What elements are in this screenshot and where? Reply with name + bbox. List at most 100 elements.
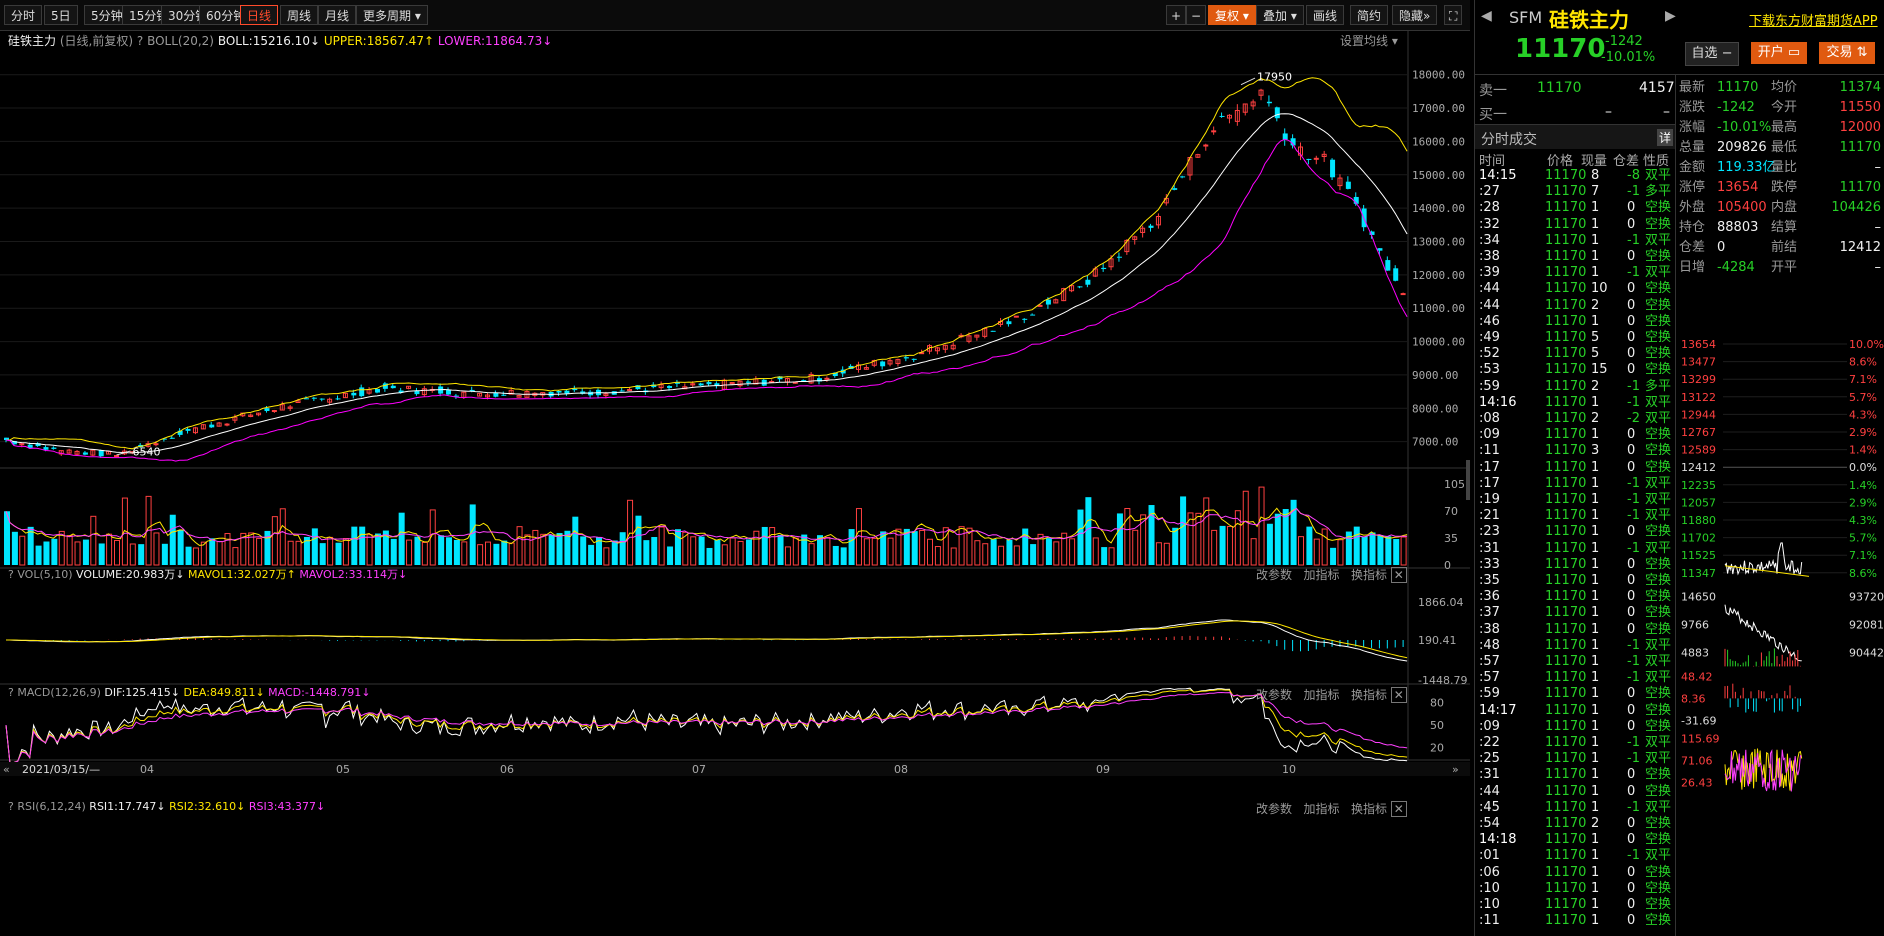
vol-bar-up	[271, 516, 278, 566]
tick-row: :38 11170 1 0 空换	[1475, 622, 1675, 638]
zoom-in-button[interactable]: +	[1166, 5, 1187, 25]
stat-label: 最高	[1771, 120, 1798, 135]
download-app-link[interactable]: 下载东方财富期货APP	[1749, 10, 1878, 29]
ticks-detail-button[interactable]: 详	[1657, 129, 1674, 146]
tick-type: 空换	[1645, 443, 1672, 459]
vol-edit-params[interactable]: 改参数	[1256, 568, 1292, 582]
tick-oi-change: 0	[1627, 281, 1636, 297]
vol-bar-up	[658, 526, 665, 566]
tick-volume: 1	[1591, 508, 1600, 524]
add-watchlist-button[interactable]: 自选 −	[1685, 42, 1739, 66]
zoom-out-button[interactable]: −	[1186, 5, 1207, 25]
tab-5day[interactable]: 5日	[44, 5, 78, 25]
tick-volume: 1	[1591, 459, 1600, 475]
tick-price: 11170	[1545, 864, 1587, 880]
ask-price: 11170	[1537, 80, 1582, 96]
next-arrow-icon[interactable]: ▶	[1665, 8, 1676, 24]
stat-value: 11374	[1839, 80, 1881, 95]
macd-add-indicator[interactable]: 加指标	[1303, 688, 1339, 702]
stats-table: 最新 11170 均价 11374 涨跌 -1242 今开 11550 涨幅 -10.01% 最高 1…	[1679, 78, 1884, 318]
ma-settings-link[interactable]: 设置均线 ▾	[1340, 32, 1398, 49]
tick-oi-change: -8	[1627, 168, 1640, 183]
tick-price: 11170	[1545, 848, 1587, 864]
mini-pct-tick: 7.1%	[1849, 549, 1877, 562]
tick-time: :06	[1479, 864, 1500, 880]
candle-body-down	[1345, 181, 1351, 189]
candle-body-down	[82, 452, 88, 455]
mini-pct-tick: 1.4%	[1849, 444, 1877, 457]
stat-label: 外盘	[1679, 200, 1706, 215]
vol-add-indicator[interactable]: 加指标	[1303, 568, 1339, 582]
date-axis-bar	[0, 762, 1470, 776]
tick-oi-change: 0	[1627, 605, 1636, 621]
mini-macd-tick: -31.69	[1681, 714, 1716, 727]
rsi-add-indicator[interactable]: 加指标	[1303, 802, 1339, 816]
vol-bar-down	[674, 529, 681, 565]
help-icon[interactable]: ?	[8, 686, 14, 699]
tab-more-periods[interactable]: 更多周期 ▾	[356, 5, 428, 25]
tick-oi-change: 0	[1627, 864, 1636, 880]
tick-price: 11170	[1545, 832, 1587, 848]
close-icon[interactable]: ✕	[1390, 567, 1407, 583]
tick-type: 空换	[1645, 702, 1672, 718]
vol-swap-indicator[interactable]: 换指标	[1351, 568, 1387, 582]
tab-daily[interactable]: 日线	[240, 5, 279, 25]
close-icon[interactable]: ✕	[1390, 801, 1407, 817]
mini-price-tick: 11347	[1681, 567, 1716, 580]
chart-mode: (日线,前复权)	[59, 34, 134, 48]
stat-row: 最新 11170 均价 11374	[1679, 78, 1884, 98]
vol-bar-up	[114, 539, 121, 566]
vol-bar-up	[927, 538, 934, 566]
vol-bar-down	[1353, 526, 1360, 565]
vol-bar-down	[911, 531, 918, 565]
tick-row: :23 11170 1 0 空换	[1475, 524, 1675, 540]
tick-time: :45	[1479, 799, 1500, 815]
fullscreen-icon[interactable]: ⛶	[1444, 5, 1463, 25]
ticks-list[interactable]: 14:15 11170 8 -8 双平:27 11170 7 -1 多平:28 11170 1 0 空换…	[1475, 168, 1675, 936]
vol-bar-down	[311, 528, 318, 565]
prev-arrow-icon[interactable]: ◀	[1481, 8, 1492, 24]
rsi-tick: 50	[1430, 719, 1444, 732]
rsi-edit-params[interactable]: 改参数	[1256, 802, 1292, 816]
vol-bar-up	[153, 532, 160, 566]
tick-type: 空换	[1645, 621, 1672, 637]
tick-volume: 1	[1591, 216, 1600, 232]
tab-weekly[interactable]: 周线	[280, 5, 319, 25]
vol-bar-down	[635, 515, 642, 565]
tick-time: :35	[1479, 573, 1500, 588]
price-tick: 16000.00	[1412, 135, 1465, 148]
mini-pct-tick: 4.3%	[1849, 408, 1877, 421]
tick-time: :21	[1479, 508, 1500, 524]
help-icon[interactable]: ?	[8, 800, 14, 813]
tick-oi-change: 0	[1627, 589, 1636, 605]
overlay-button[interactable]: 叠加 ▾	[1256, 5, 1304, 25]
tab-intraday[interactable]: 分时	[4, 5, 43, 25]
vol-bar-up	[1226, 525, 1233, 566]
candle-body-down	[1274, 107, 1280, 119]
hide-button[interactable]: 隐藏»	[1392, 5, 1438, 25]
tick-volume: 1	[1591, 605, 1600, 621]
macd-edit-params[interactable]: 改参数	[1256, 688, 1292, 702]
rsi-swap-indicator[interactable]: 换指标	[1351, 802, 1387, 816]
candle-body-down	[1306, 158, 1312, 160]
macd-swap-indicator[interactable]: 换指标	[1351, 688, 1387, 702]
adjust-button[interactable]: 复权 ▾	[1208, 5, 1256, 25]
open-account-button[interactable]: 开户 ▭	[1751, 42, 1807, 64]
trade-button[interactable]: 交易 ⇅	[1819, 42, 1875, 64]
tick-row: :52 11170 5 0 空换	[1475, 346, 1675, 362]
vol-bar-up	[753, 530, 760, 566]
help-icon[interactable]: ?	[8, 568, 14, 581]
draw-line-button[interactable]: 画线	[1306, 5, 1345, 25]
tab-monthly[interactable]: 月线	[318, 5, 357, 25]
simple-mode-button[interactable]: 简约	[1350, 5, 1389, 25]
tick-time: :33	[1479, 556, 1500, 572]
vol-bar-down	[651, 537, 658, 565]
vol-bar-up	[1163, 542, 1170, 566]
macd-value: MACD:-1448.791	[268, 686, 362, 699]
intraday-mini-chart[interactable]: 13654 10.0% 13477 8.6% 13299 7.1% 13122 5.7% 129…	[1679, 336, 1884, 936]
tick-type: 双平	[1645, 654, 1672, 669]
close-icon[interactable]: ✕	[1390, 687, 1407, 703]
vol-bar-down	[1085, 497, 1092, 565]
help-icon[interactable]: ?	[137, 34, 143, 48]
tick-volume: 2	[1591, 297, 1600, 313]
